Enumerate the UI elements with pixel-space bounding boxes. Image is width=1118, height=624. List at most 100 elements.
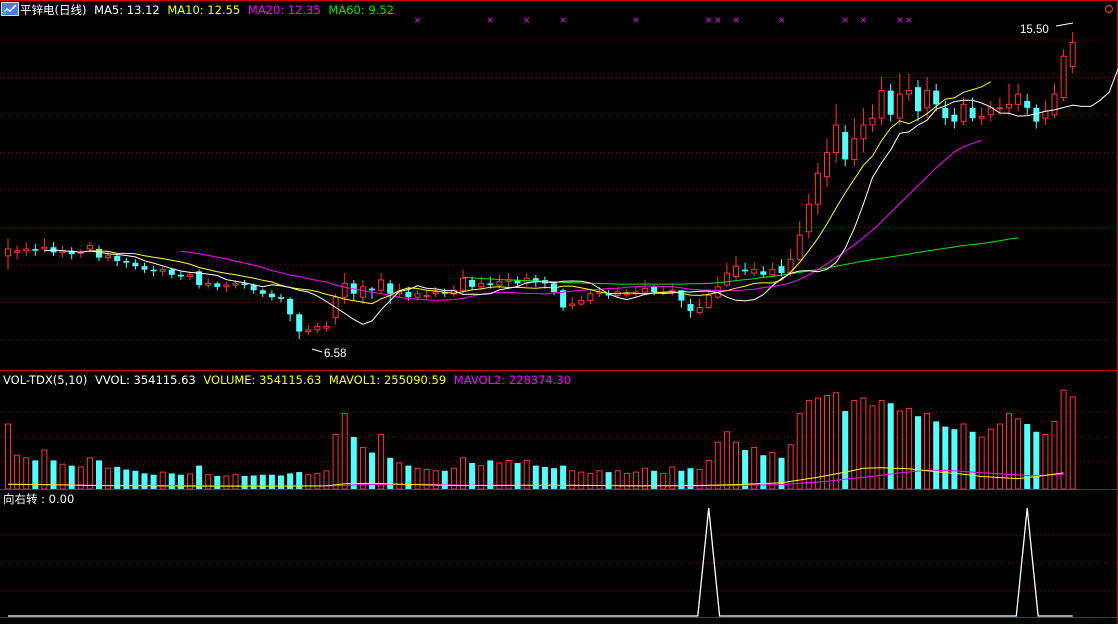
moving-average-lines [44,68,1118,325]
volume-bar-up [232,474,239,490]
candle-down [150,269,157,272]
volume-bar-up [623,472,630,490]
volume-bar-up [851,400,858,490]
candle-up [587,293,594,302]
stock-app-icon[interactable] [1,2,19,16]
volume-bar-up [305,474,312,490]
volume-bar-down [1024,424,1031,489]
volume-bar-up [996,423,1003,490]
x-marker: × [705,16,713,26]
candle-up [496,281,503,286]
ma5-legend: MA5: 13.12 [94,3,160,17]
candle-down [842,131,849,160]
candle-down [278,297,284,299]
candle-up [987,107,994,116]
volume-bar-up [460,457,466,490]
candle-down [96,248,102,258]
volume-bar-up [733,441,739,490]
volume-bar-up [223,475,230,490]
candle-down [742,269,749,272]
ma10-legend: MA10: 12.55 [167,3,241,17]
x-marker: × [841,16,849,26]
candle-down [1024,100,1031,108]
candle-up [1006,103,1012,109]
volume-legend-value: VOLUME: 354115.63 [203,373,322,387]
candle-down [915,87,921,112]
candle-down [32,248,39,251]
candle-up [1015,93,1022,105]
candle-down [487,283,494,286]
high-price-label: 15.50 [1020,24,1049,36]
volume-legend: VOL-TDX(5,10) VVOL: 354115.63 VOLUME: 35… [3,373,571,387]
volume-bar-down [241,476,248,489]
volume-bar-up [569,470,576,490]
price-annotations: 15.50 6.58 [311,5,1113,360]
x-marker: × [559,16,567,26]
volume-bar-up [860,397,867,490]
volume-bar-up [978,436,985,490]
candle-down [141,266,148,270]
volume-bar-up [5,423,11,490]
ma20-legend: MA20: 12.35 [247,3,321,17]
signal-markers: × × × × × × × × × × × × × [414,16,913,26]
volume-bar-up [41,449,48,490]
candle-up [14,250,21,253]
candle-up [205,282,212,286]
stock-title: 平锌电(日线) [20,3,87,17]
candle-up [851,138,858,160]
volume-bar-up [723,431,730,490]
candlesticks [5,32,1076,340]
candle-down [114,255,121,262]
candle-down [1033,107,1040,122]
stock-chart-canvas[interactable]: × × × × × × × × × × × × × 15.50 6.58 [0,0,1118,624]
volume-bar-up [805,400,812,490]
candle-down [259,290,266,294]
mavol2-legend: MAVOL2: 228374.30 [453,373,572,387]
volume-bar-up [924,413,931,490]
volume-bar-up [187,473,193,490]
volume-bar-down [405,465,412,489]
volume-bar-up [432,470,439,490]
corner-marker-icon[interactable] [1105,5,1113,13]
volume-bar-up [523,459,530,490]
volume-bar-down [887,403,894,489]
candle-up [723,272,730,286]
candle-down [268,293,275,298]
candle-up [824,152,830,178]
candle-down [296,314,303,332]
volume-bar-up [414,467,421,490]
volume-bar-down [1033,431,1040,489]
volume-bar-down [168,473,175,489]
candle-up [769,269,776,276]
candle-up [924,90,931,109]
turn-right-signal-line [8,507,1073,617]
volume-bar-up [751,446,758,490]
grid [0,39,1116,592]
candle-up [696,306,703,314]
candle-up [5,248,11,257]
mavol1-legend: MAVOL1: 255090.59 [328,373,447,387]
candle-up [869,117,876,126]
candle-up [705,294,712,308]
volume-bar-up [378,433,385,490]
candle-up [978,115,985,119]
volume-bar-up [396,462,403,490]
candle-up [833,124,840,154]
candle-up [460,277,466,291]
vol-indicator-name: VOL-TDX(5,10) [3,373,88,387]
volume-bar-down [141,473,148,489]
candle-up [359,286,366,298]
candle-down [951,114,958,122]
candle-up [41,246,48,250]
candle-up [1060,55,1067,98]
candle-up [105,255,112,259]
volume-bar-up [714,441,721,490]
volume-bar-up [1051,420,1058,490]
candle-up [414,293,421,298]
candle-up [623,293,630,296]
x-marker: × [487,16,495,26]
candle-up [860,124,867,140]
low-price-arrow [311,348,323,353]
candle-down [123,261,130,263]
candle-down [687,304,694,311]
